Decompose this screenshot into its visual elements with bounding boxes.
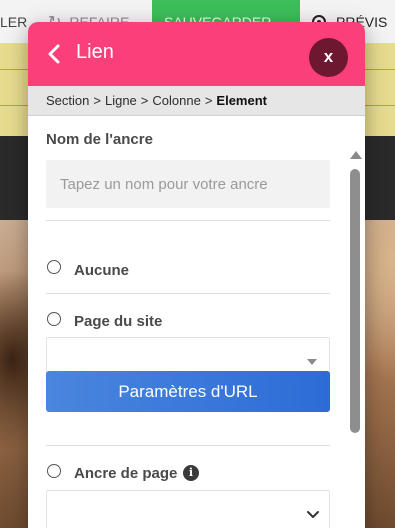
- radio-site-page[interactable]: [47, 312, 61, 326]
- anchor-name-input[interactable]: [46, 160, 330, 208]
- modal-scrollbar[interactable]: [348, 149, 362, 528]
- breadcrumb-item[interactable]: Colonne: [152, 93, 200, 108]
- chevron-down-icon: [307, 511, 319, 518]
- radio-site-page-label: Page du site: [74, 313, 163, 330]
- breadcrumb-item[interactable]: Section: [46, 93, 89, 108]
- chevron-left-icon[interactable]: [44, 42, 64, 66]
- link-modal: Lien x Section > Ligne > Colonne > Element Nom…: [28, 22, 365, 528]
- breadcrumb: Section > Ligne > Colonne > Element: [28, 86, 365, 116]
- info-icon[interactable]: i: [183, 465, 199, 481]
- breadcrumb-item[interactable]: Ligne: [105, 93, 137, 108]
- breadcrumb-separator: >: [93, 93, 101, 108]
- section-divider: [46, 220, 330, 221]
- scroll-up-icon[interactable]: [350, 151, 362, 159]
- modal-body: Nom de l'ancre Aucune Page du site Param…: [28, 117, 365, 528]
- radio-page-anchor[interactable]: [47, 464, 61, 478]
- page-anchor-select[interactable]: [46, 490, 330, 528]
- radio-none[interactable]: [47, 260, 61, 274]
- section-divider: [46, 445, 330, 446]
- breadcrumb-separator: >: [204, 93, 213, 108]
- url-settings-button[interactable]: Paramètres d'URL: [46, 371, 330, 412]
- section-divider: [46, 293, 330, 294]
- breadcrumb-current: Element: [216, 93, 267, 108]
- close-icon: x: [323, 47, 334, 66]
- radio-page-anchor-label: Ancre de page: [74, 465, 178, 482]
- cancel-button[interactable]: LER: [0, 0, 27, 44]
- anchor-name-label: Nom de l'ancre: [46, 131, 153, 148]
- modal-header: Lien x: [28, 22, 365, 86]
- radio-none-label: Aucune: [74, 262, 130, 279]
- scroll-thumb[interactable]: [350, 169, 360, 433]
- close-button[interactable]: x: [309, 38, 348, 77]
- caret-down-icon: [307, 359, 317, 365]
- breadcrumb-separator: >: [140, 93, 149, 108]
- modal-title: Lien: [76, 41, 114, 63]
